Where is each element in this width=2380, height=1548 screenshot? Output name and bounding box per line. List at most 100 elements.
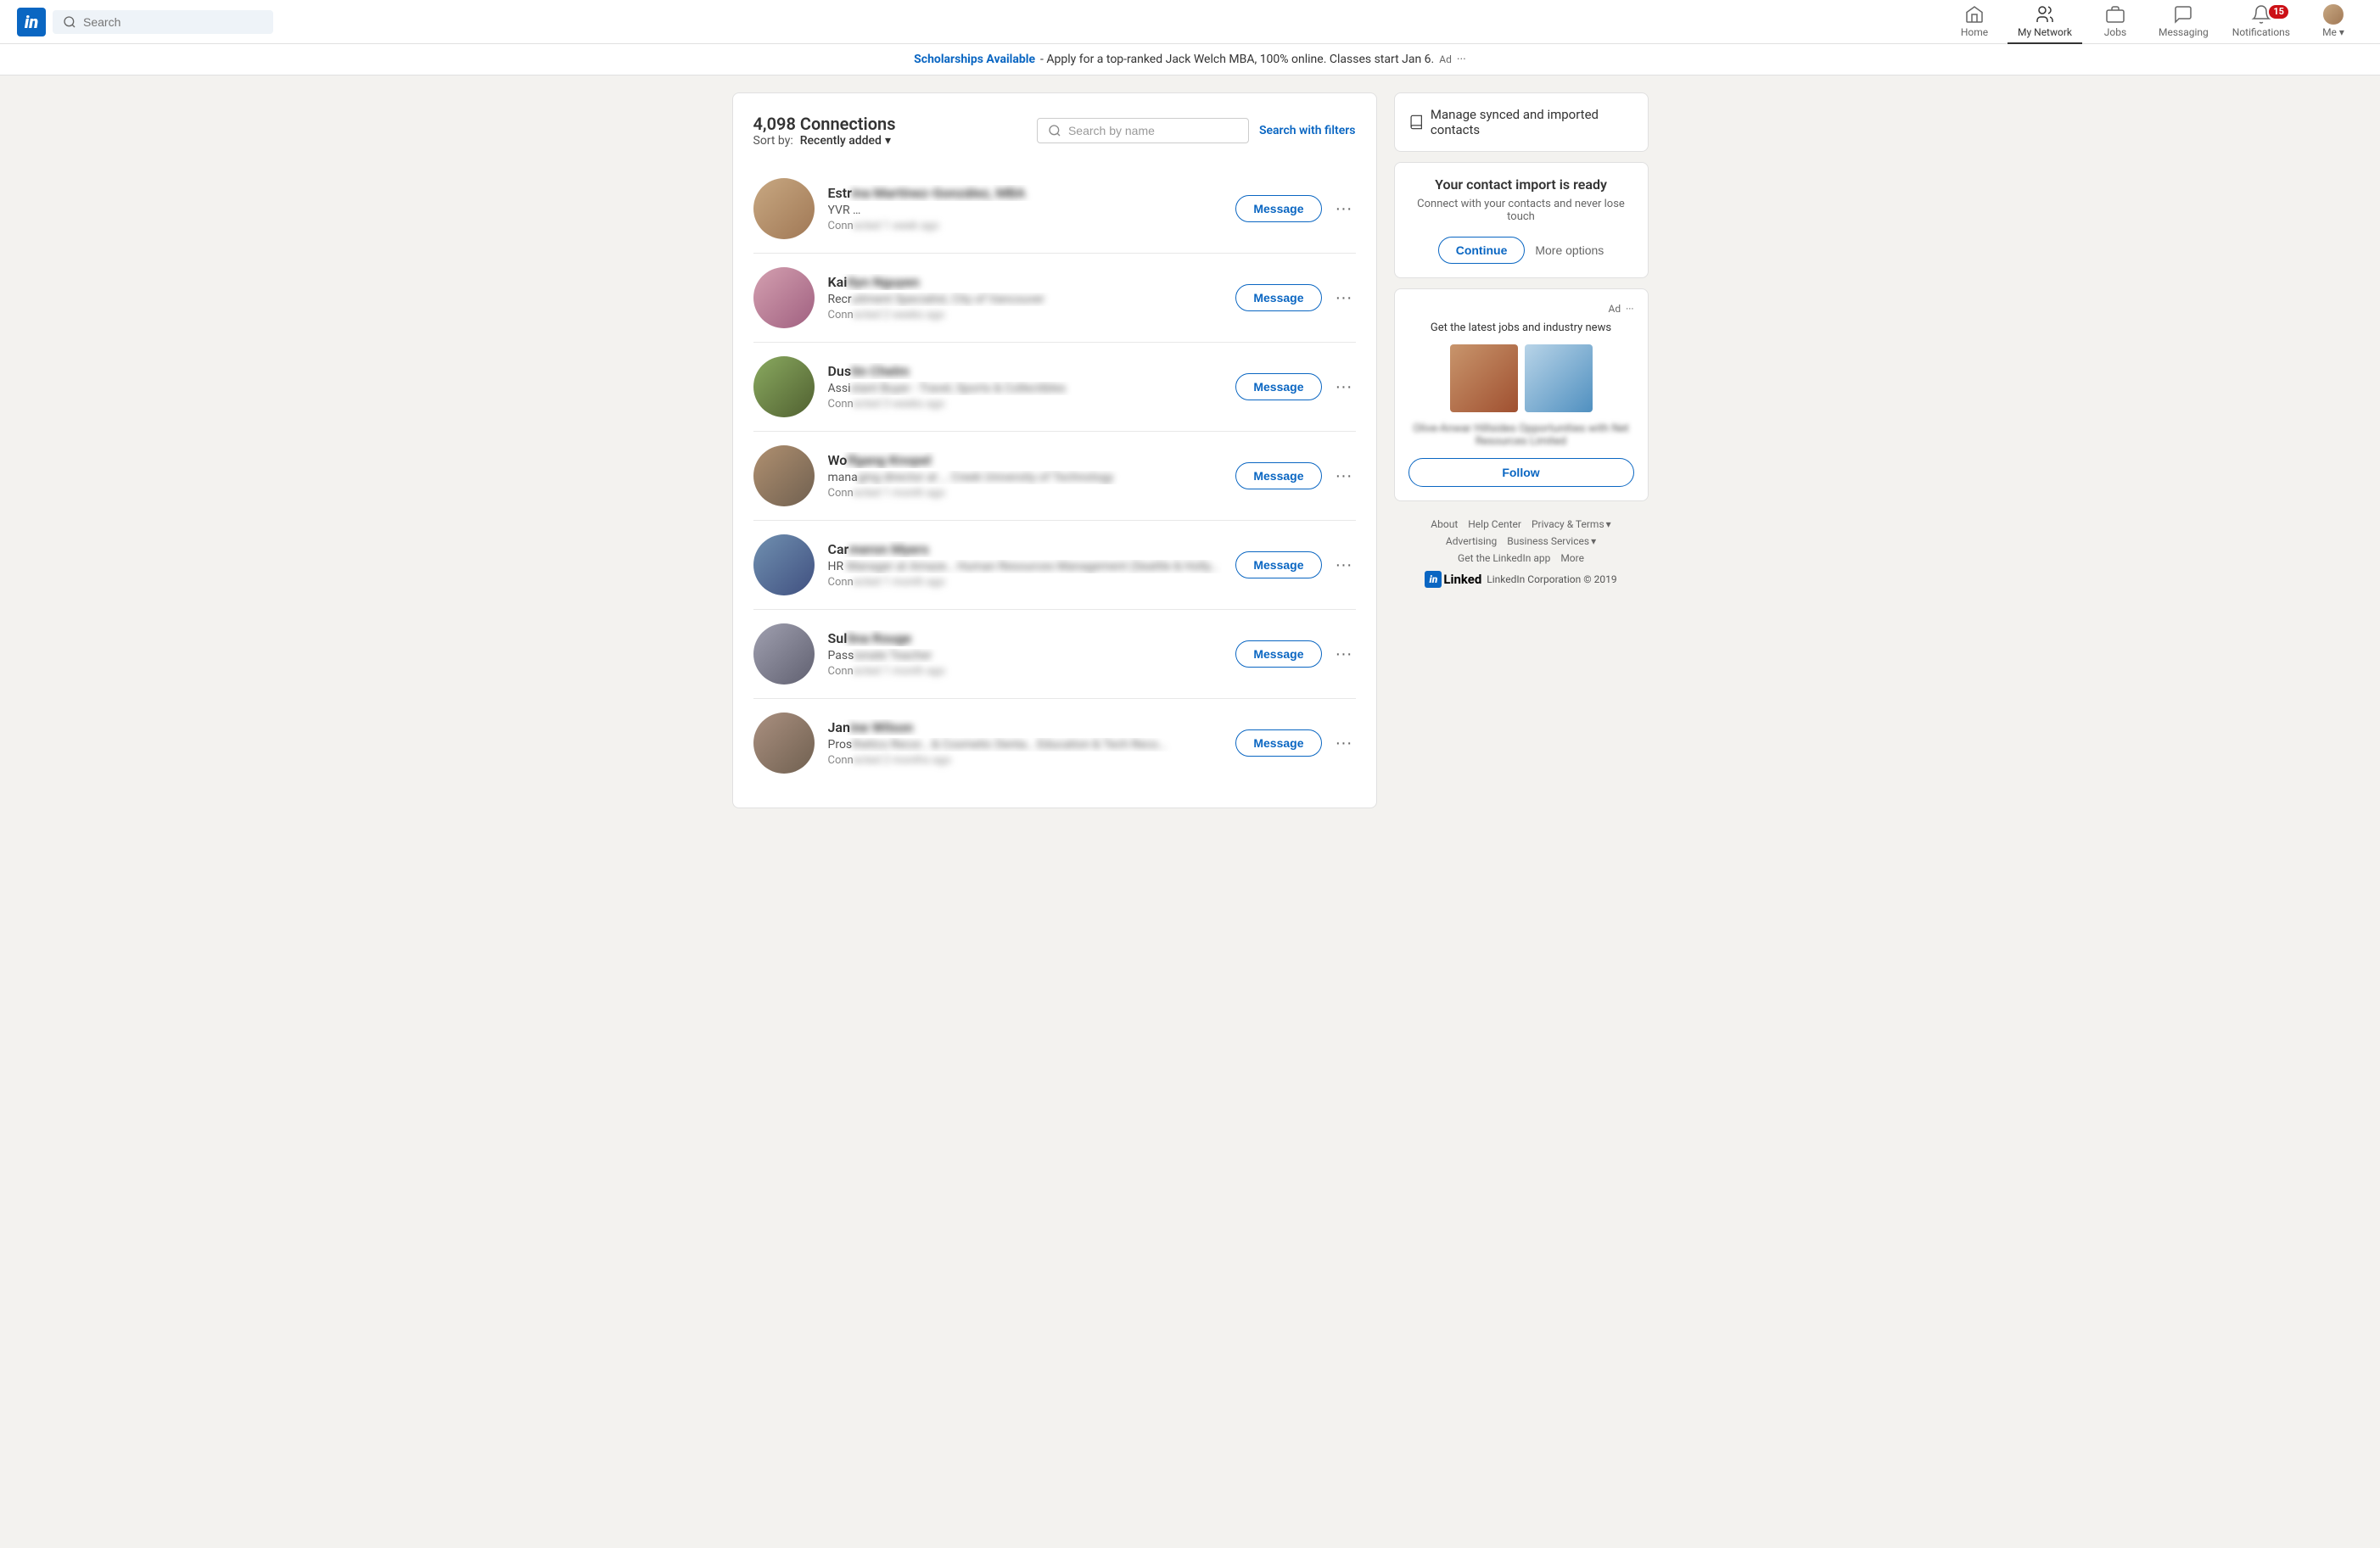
connection-actions: Message ··· <box>1235 195 1355 222</box>
connection-time: Connected 1 month ago <box>828 665 1223 678</box>
continue-button[interactable]: Continue <box>1438 237 1526 264</box>
more-options-button[interactable]: ··· <box>1332 552 1356 578</box>
avatar <box>753 713 815 774</box>
more-options-button[interactable]: More options <box>1535 243 1604 257</box>
ad-banner-link[interactable]: Scholarships Available <box>914 53 1035 66</box>
footer-help-center[interactable]: Help Center <box>1468 518 1521 530</box>
connection-info: Estrina Martínez-González, MBA YVR Board… <box>828 185 1223 232</box>
footer-business-services[interactable]: Business Services ▾ <box>1507 535 1596 547</box>
more-options-button[interactable]: ··· <box>1332 285 1356 311</box>
connection-info: Janine Wilson Prosthetics Recor… & Cosme… <box>828 719 1223 767</box>
ad-company-text: Olive-Anwar Hillsides Opportunities with… <box>1408 422 1634 448</box>
table-row: Sullina Rouge Passionate Teacher Connect… <box>753 610 1356 699</box>
avatar <box>753 178 815 239</box>
nav-item-my-network[interactable]: My Network <box>2008 0 2082 44</box>
more-options-button[interactable]: ··· <box>1332 374 1356 400</box>
avatar <box>753 267 815 328</box>
avatar <box>753 623 815 685</box>
search-with-filters-link[interactable]: Search with filters <box>1259 124 1356 137</box>
notification-badge: 15 <box>2269 5 2288 19</box>
nav-item-home[interactable]: Home <box>1945 0 2004 44</box>
ad-card-header: Ad ··· <box>1408 303 1634 315</box>
nav-search-box[interactable] <box>53 10 273 34</box>
more-options-button[interactable]: ··· <box>1332 730 1356 757</box>
nav-item-profile[interactable]: Me ▾ <box>2304 0 2363 44</box>
footer-advertising[interactable]: Advertising <box>1446 535 1497 547</box>
footer-more[interactable]: More <box>1560 552 1584 564</box>
connections-list: Estrina Martínez-González, MBA YVR Board… <box>753 165 1356 787</box>
message-button[interactable]: Message <box>1235 551 1321 578</box>
table-row: Kaitlyn Nguyen Recruitment Specialist, C… <box>753 254 1356 343</box>
manage-contacts-label: Manage synced and imported contacts <box>1431 107 1634 137</box>
connection-name: Sullina Rouge <box>828 630 1223 646</box>
sort-label: Sort by: <box>753 134 793 148</box>
table-row: Wolfgang Knopel managing director at … C… <box>753 432 1356 521</box>
connection-time: Connected 3 weeks ago <box>828 398 1223 411</box>
footer-logo: in Linked LinkedIn Corporation © 2019 <box>1394 571 1649 588</box>
footer-privacy-terms[interactable]: Privacy & Terms ▾ <box>1532 518 1611 530</box>
footer-links: About Help Center Privacy & Terms ▾ Adve… <box>1394 511 1649 595</box>
connection-title: Passionate Teacher <box>828 649 1223 662</box>
nav-me-label: Me ▾ <box>2322 26 2344 38</box>
connection-time: Connected 1 week ago <box>828 220 1223 232</box>
footer-row-3: Get the LinkedIn app More <box>1394 552 1649 564</box>
navigation: in Home My Network Jobs <box>0 0 2380 44</box>
sort-row: Sort by: Recently added ▾ <box>753 134 896 148</box>
more-options-button[interactable]: ··· <box>1332 641 1356 668</box>
ad-image-1 <box>1450 344 1518 412</box>
connections-header: 4,098 Connections Sort by: Recently adde… <box>753 114 1356 148</box>
ad-description: Get the latest jobs and industry news <box>1408 321 1634 334</box>
ad-dots-button[interactable]: ··· <box>1457 53 1466 66</box>
avatar <box>753 445 815 506</box>
footer-row-1: About Help Center Privacy & Terms ▾ <box>1394 518 1649 530</box>
more-options-button[interactable]: ··· <box>1332 463 1356 489</box>
book-icon <box>1408 114 1424 131</box>
connection-name: Wolfgang Knopel <box>828 452 1223 468</box>
ad-menu-icon[interactable]: ··· <box>1626 303 1633 315</box>
chevron-down-icon: ▾ <box>1591 535 1596 547</box>
sort-dropdown[interactable]: Recently added ▾ <box>800 134 891 148</box>
manage-contacts-link[interactable]: Manage synced and imported contacts <box>1408 107 1634 137</box>
nav-item-jobs[interactable]: Jobs <box>2086 0 2145 44</box>
table-row: Dustin Chelm Assistant Buyer - Travel, S… <box>753 343 1356 432</box>
search-icon <box>63 15 76 29</box>
jobs-icon <box>2105 4 2125 25</box>
message-button[interactable]: Message <box>1235 462 1321 489</box>
connection-time: Connected 1 month ago <box>828 487 1223 500</box>
linkedin-logo[interactable]: in <box>17 8 46 36</box>
message-button[interactable]: Message <box>1235 284 1321 311</box>
connection-info: Kaitlyn Nguyen Recruitment Specialist, C… <box>828 274 1223 321</box>
footer-get-app[interactable]: Get the LinkedIn app <box>1458 552 1550 564</box>
network-icon <box>2035 4 2055 25</box>
search-icon <box>1048 124 1061 137</box>
avatar <box>2323 4 2344 25</box>
message-button[interactable]: Message <box>1235 729 1321 757</box>
home-icon <box>1964 4 1985 25</box>
ad-tag: Ad <box>1439 53 1452 65</box>
connections-title: 4,098 Connections <box>753 114 896 134</box>
avatar <box>753 534 815 595</box>
import-subtitle: Connect with your contacts and never los… <box>1408 198 1634 223</box>
ad-images <box>1408 344 1634 412</box>
follow-button[interactable]: Follow <box>1408 458 1634 487</box>
name-search-input[interactable] <box>1068 124 1238 137</box>
search-box[interactable] <box>1037 118 1249 143</box>
connection-time: Connected 1 month ago <box>828 576 1223 589</box>
nav-item-notifications[interactable]: 15 Notifications <box>2222 0 2300 44</box>
connection-actions: Message ··· <box>1235 551 1355 578</box>
message-button[interactable]: Message <box>1235 640 1321 668</box>
message-button[interactable]: Message <box>1235 373 1321 400</box>
nav-item-messaging[interactable]: Messaging <box>2148 0 2219 44</box>
connection-name: Janine Wilson <box>828 719 1223 735</box>
footer-about[interactable]: About <box>1431 518 1458 530</box>
message-button[interactable]: Message <box>1235 195 1321 222</box>
connection-name: Carmeron Myers <box>828 541 1223 557</box>
search-input[interactable] <box>83 15 263 29</box>
connection-info: Carmeron Myers HR Manager at Amaze… Huma… <box>828 541 1223 589</box>
ad-label: Ad <box>1608 303 1621 315</box>
table-row: Carmeron Myers HR Manager at Amaze… Huma… <box>753 521 1356 610</box>
nav-network-label: My Network <box>2018 26 2072 38</box>
footer-logo-text: Linked <box>1443 572 1481 587</box>
more-options-button[interactable]: ··· <box>1332 196 1356 222</box>
connection-title: Assistant Buyer - Travel, Sports & Colle… <box>828 382 1223 395</box>
